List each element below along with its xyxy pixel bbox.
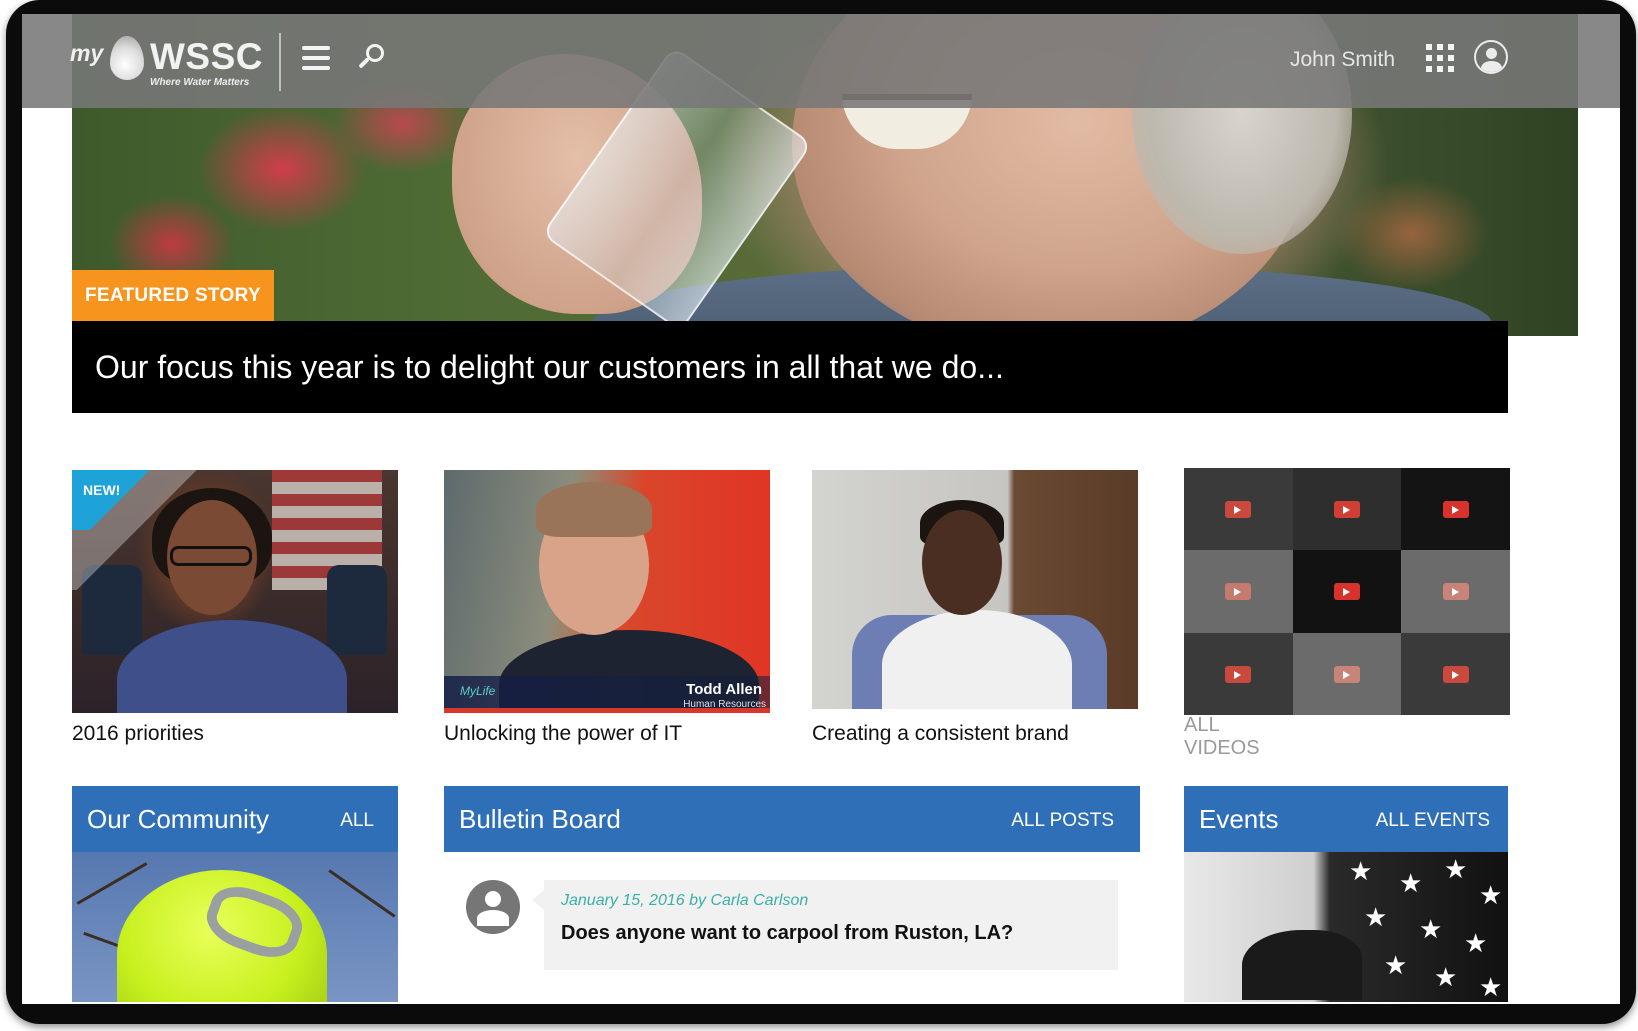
user-name[interactable]: John Smith <box>1290 48 1395 72</box>
events-title: Events <box>1199 804 1279 834</box>
video-thumbnail[interactable]: NEW! <box>72 470 398 713</box>
search-icon[interactable] <box>356 44 386 74</box>
apps-grid-icon[interactable] <box>1426 44 1454 72</box>
community-all-link[interactable]: ALL <box>340 810 374 832</box>
video-camera-icon <box>1442 665 1469 683</box>
video-grid-cell[interactable] <box>1292 550 1402 633</box>
video-camera-icon <box>1225 501 1252 519</box>
speaker-hair <box>536 482 652 537</box>
logo-tagline: Where Water Matters <box>150 77 250 88</box>
poster-avatar-icon[interactable] <box>466 880 520 934</box>
video-camera-icon <box>1442 501 1469 519</box>
video-grid-cell[interactable] <box>1401 550 1510 633</box>
events-image[interactable]: ★ ★ ★ ★ ★ ★ ★ ★ ★ ★ <box>1184 852 1508 1002</box>
video-caption[interactable]: Creating a consistent brand <box>812 722 1069 746</box>
tablet-frame: FEATURED STORY Our focus this year is to… <box>6 0 1636 1024</box>
featured-story-caption[interactable]: Our focus this year is to delight our cu… <box>72 321 1508 413</box>
screen: FEATURED STORY Our focus this year is to… <box>22 14 1620 1004</box>
featured-story-badge: FEATURED STORY <box>72 270 274 322</box>
nav-divider <box>279 33 281 91</box>
speaker-body <box>882 610 1072 709</box>
bulletin-post[interactable]: January 15, 2016 by Carla Carlson Does a… <box>532 880 1118 970</box>
new-badge: NEW! <box>72 470 167 530</box>
menu-icon[interactable] <box>302 44 330 72</box>
chair <box>327 565 387 655</box>
video-camera-icon <box>1333 665 1360 683</box>
progress-strip <box>444 708 770 713</box>
all-posts-link[interactable]: ALL POSTS <box>1011 810 1114 832</box>
video-grid-cell[interactable] <box>1401 632 1510 715</box>
video-caption[interactable]: 2016 priorities <box>72 722 204 746</box>
all-events-link[interactable]: ALL EVENTS <box>1376 810 1490 832</box>
video-caption[interactable]: Unlocking the power of IT <box>444 722 682 746</box>
events-header: Events ALL EVENTS <box>1184 786 1508 852</box>
video-grid-cell[interactable] <box>1401 468 1510 551</box>
video-grid-cell[interactable] <box>1292 468 1402 551</box>
wssc-logo[interactable]: my WSSC Where Water Matters <box>70 26 263 90</box>
mylife-logo: MyLife <box>460 684 496 698</box>
bulletin-title: Bulletin Board <box>459 804 621 834</box>
all-videos-link[interactable]: ALL VIDEOS <box>1184 714 1260 760</box>
video-grid-cells <box>1184 468 1510 715</box>
bulletin-header: Bulletin Board ALL POSTS <box>444 786 1140 852</box>
eagle-silhouette <box>1242 930 1362 1000</box>
lower-third-name: Todd Allen <box>686 681 762 698</box>
video-camera-icon <box>1442 583 1469 601</box>
community-image[interactable] <box>72 852 398 1002</box>
video-camera-icon <box>1225 665 1252 683</box>
top-navigation-bar: my WSSC Where Water Matters John Smith <box>22 14 1620 108</box>
video-grid-cell[interactable] <box>1184 632 1293 715</box>
water-drop-icon <box>110 36 144 80</box>
speaker-body <box>117 620 347 713</box>
video-thumbnail[interactable]: MyLife Todd Allen Human Resources <box>444 470 770 713</box>
video-camera-icon <box>1333 583 1360 601</box>
post-title[interactable]: Does anyone want to carpool from Ruston,… <box>561 922 1013 945</box>
video-grid-cell[interactable] <box>1184 468 1293 551</box>
video-grid[interactable] <box>1184 468 1510 715</box>
video-camera-icon <box>1333 501 1360 519</box>
logo-name: WSSC <box>150 36 263 77</box>
video-thumbnail[interactable] <box>812 470 1138 709</box>
post-meta: January 15, 2016 by Carla Carlson <box>561 892 809 909</box>
community-title: Our Community <box>87 804 270 834</box>
video-grid-cell[interactable] <box>1292 632 1402 715</box>
video-camera-icon <box>1225 583 1252 601</box>
logo-prefix: my <box>70 40 104 66</box>
video-grid-cell[interactable] <box>1184 550 1293 633</box>
community-header: Our Community ALL <box>72 786 398 852</box>
speaker-face <box>922 510 1002 615</box>
user-avatar-icon[interactable] <box>1474 40 1508 74</box>
new-badge-label: NEW! <box>83 482 121 498</box>
